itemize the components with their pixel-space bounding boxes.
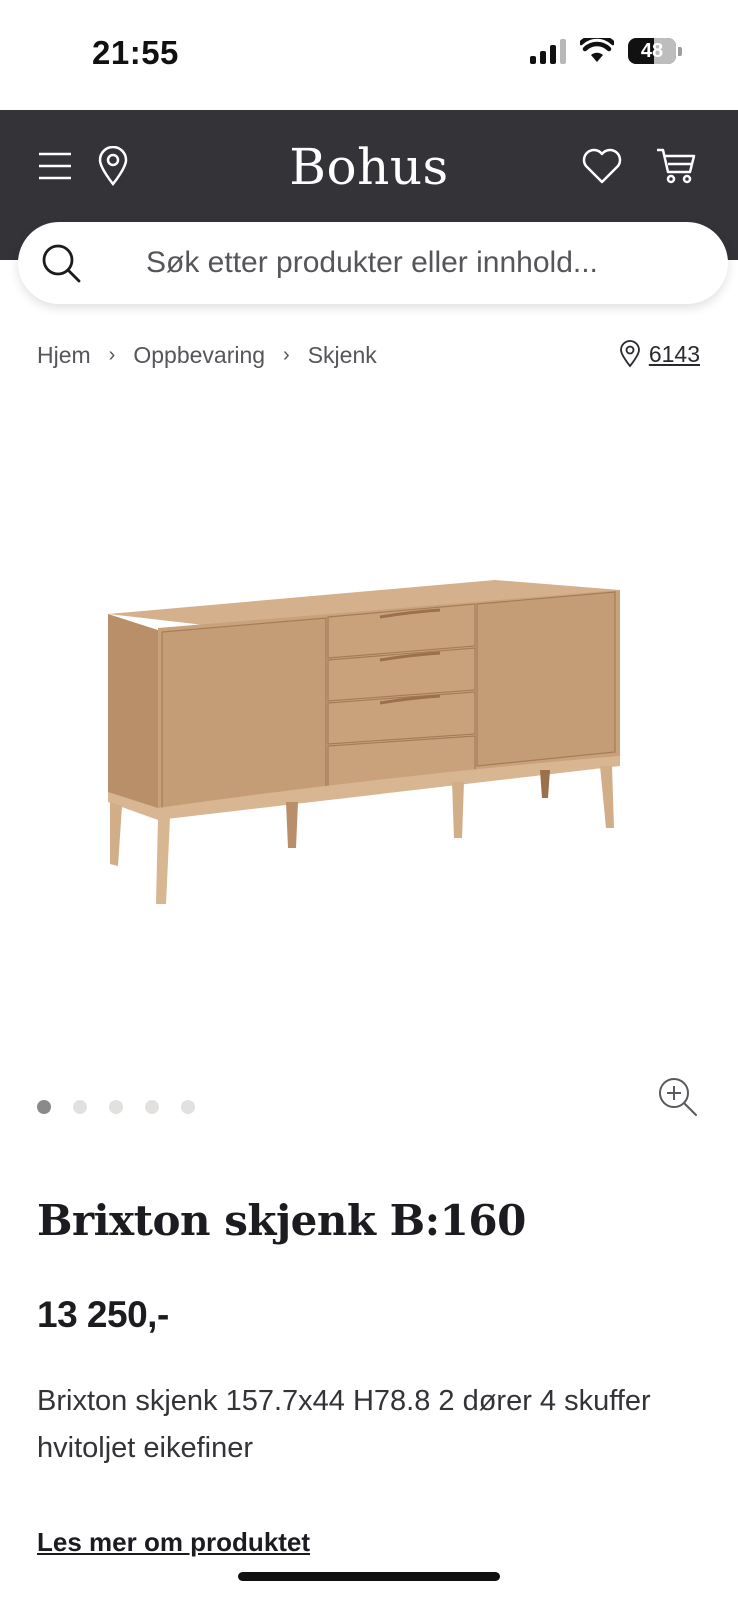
status-bar: 21:55 48: [0, 0, 738, 110]
search-icon: [42, 244, 81, 283]
breadcrumb-item-category[interactable]: Oppbevaring: [133, 342, 265, 369]
status-icons: 48: [530, 38, 682, 64]
carousel-dot[interactable]: [37, 1100, 51, 1114]
brand-logo[interactable]: Bohus: [0, 138, 738, 196]
heart-icon: [582, 148, 622, 184]
battery-level: 48: [640, 39, 664, 62]
favorites-button[interactable]: [580, 144, 624, 188]
breadcrumb-item-current[interactable]: Skjenk: [308, 342, 377, 369]
breadcrumb-separator: ›: [108, 344, 116, 366]
carousel-dots: [37, 1100, 195, 1114]
carousel-dot[interactable]: [181, 1100, 195, 1114]
wifi-icon: [580, 38, 614, 62]
cellular-signal-icon: [530, 38, 566, 64]
store-selector[interactable]: 6143: [619, 340, 700, 368]
search-input[interactable]: [146, 222, 706, 304]
location-pin-icon: [619, 340, 640, 368]
breadcrumb: Hjem › Oppbevaring › Skjenk: [37, 342, 377, 369]
carousel-dot[interactable]: [109, 1100, 123, 1114]
carousel-dot[interactable]: [145, 1100, 159, 1114]
read-more-link[interactable]: Les mer om produktet: [37, 1527, 310, 1558]
status-time: 21:55: [92, 34, 179, 71]
breadcrumb-item-home[interactable]: Hjem: [37, 342, 91, 369]
product-price: 13 250,-: [37, 1294, 169, 1335]
search-bar[interactable]: [18, 222, 728, 304]
cart-button[interactable]: [654, 144, 698, 188]
breadcrumb-separator: ›: [283, 344, 290, 366]
home-indicator[interactable]: [238, 1572, 500, 1581]
store-number[interactable]: 6143: [649, 341, 700, 368]
product-description: Brixton skjenk 157.7x44 H78.8 2 dører 4 …: [37, 1385, 651, 1464]
battery-icon: 48: [628, 38, 682, 64]
product-image[interactable]: [100, 570, 640, 930]
product-title: Brixton skjenk B:160: [37, 1196, 526, 1245]
zoom-in-icon[interactable]: [657, 1076, 699, 1118]
carousel-dot[interactable]: [73, 1100, 87, 1114]
cart-icon: [657, 148, 696, 184]
